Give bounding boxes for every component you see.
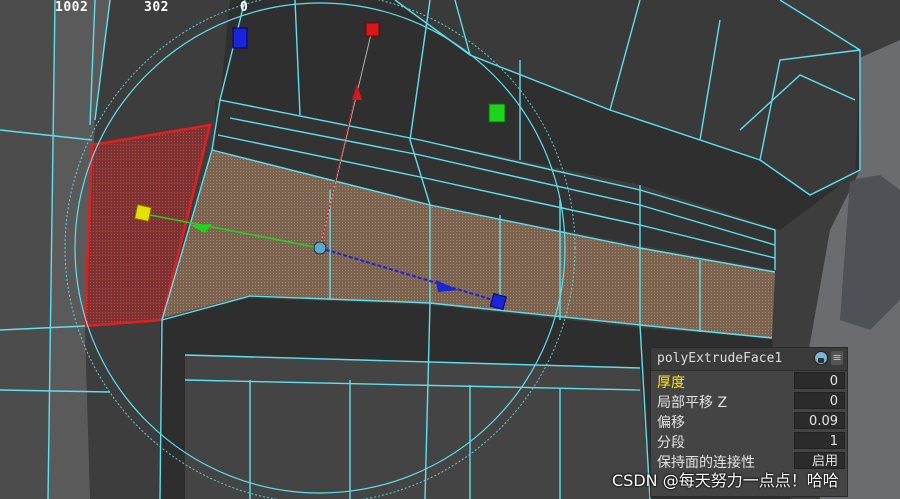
green-handle[interactable] — [488, 103, 506, 123]
left-wall-shade — [0, 0, 55, 499]
background-object-right-inner — [840, 175, 900, 330]
attr-row[interactable]: 分段 1 — [651, 431, 847, 451]
blue-handle[interactable] — [232, 27, 248, 49]
watermark: CSDN @每天努力一点点！哈哈 — [612, 471, 839, 490]
hud-faces-count: 0 — [240, 0, 249, 15]
axis-z-scale-handle[interactable] — [134, 204, 152, 222]
attr-value-field[interactable]: 0 — [794, 372, 845, 389]
axis-y-scale-handle[interactable] — [365, 22, 380, 37]
hud-vertices-count: 1002 — [55, 0, 89, 15]
attr-label[interactable]: 偏移 — [657, 412, 685, 432]
channel-box-header: polyExtrudeFace1 ≡ — [651, 348, 847, 371]
attr-value-field[interactable]: 0.09 — [794, 412, 845, 429]
attr-label[interactable]: 局部平移 Z — [657, 392, 727, 412]
node-title[interactable]: polyExtrudeFace1 — [657, 351, 782, 366]
menu-icon[interactable]: ≡ — [831, 351, 843, 365]
hud-edges-count: 302 — [144, 0, 169, 15]
attr-value-field[interactable]: 0 — [794, 392, 845, 409]
attr-row[interactable]: 局部平移 Z 0 — [651, 391, 847, 411]
attr-row[interactable]: 厚度 0 — [651, 371, 847, 391]
lower-body-face — [185, 355, 650, 499]
attr-value-field[interactable]: 1 — [794, 432, 845, 449]
attr-label[interactable]: 分段 — [657, 432, 685, 452]
attr-label[interactable]: 厚度 — [657, 372, 685, 392]
manipulator-center-handle[interactable] — [313, 241, 327, 255]
axis-x-scale-handle[interactable] — [489, 293, 507, 311]
node-icon[interactable] — [814, 351, 828, 365]
attr-row[interactable]: 偏移 0.09 — [651, 411, 847, 431]
